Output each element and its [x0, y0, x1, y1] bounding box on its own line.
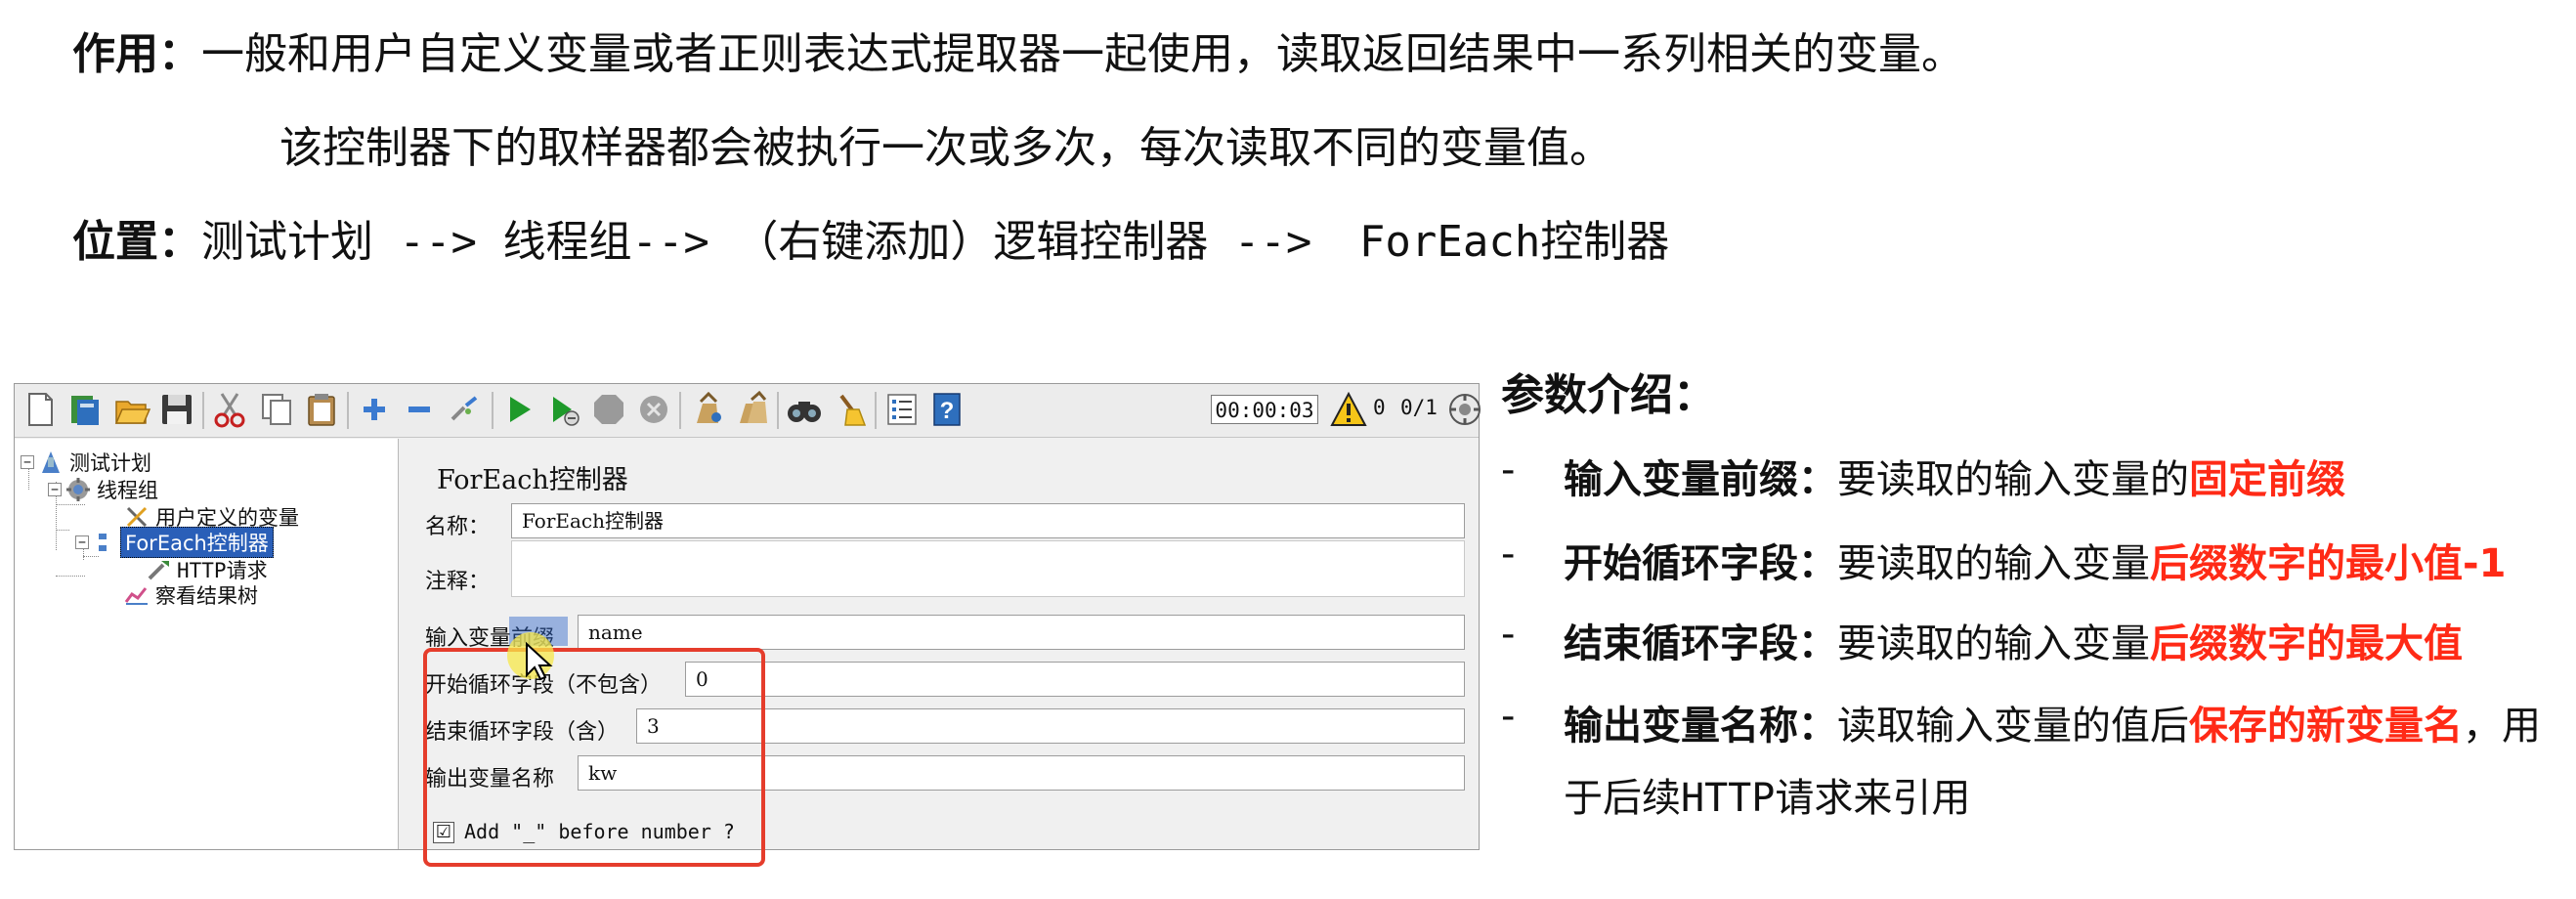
foreach-form: ForEach控制器 名称： ForEach控制器 注释： 输入变量前缀 nam…	[402, 439, 1477, 867]
save-icon[interactable]	[157, 390, 196, 429]
tree-item-foreach-controller[interactable]: − ForEach控制器	[75, 527, 274, 558]
param-item-start: 开始循环字段：要读取的输入变量后缀数字的最小值-1	[1564, 532, 2506, 588]
start-field[interactable]: 0	[685, 662, 1465, 697]
param-label: 输入变量前缀：	[1564, 457, 1837, 502]
location-part1: 测试计划	[201, 217, 373, 267]
param-highlight: 保存的新变量名	[2189, 704, 2463, 749]
input-prefix-field[interactable]: name	[578, 615, 1465, 650]
collapse-toggle-icon[interactable]: −	[75, 535, 89, 549]
param-text: 要读取的输入变量	[1837, 541, 2150, 586]
toolbar: ? 00:00:03 0 0/1	[15, 384, 1482, 438]
bullet-dash: -	[1501, 694, 1516, 739]
cut-icon[interactable]	[210, 390, 249, 429]
toggle-icon[interactable]	[445, 390, 484, 429]
param-item-output-continuation: 于后续HTTP请求来引用	[1564, 766, 1970, 823]
new-icon[interactable]	[21, 390, 60, 429]
location-arrow2: -->	[631, 217, 736, 267]
param-highlight: 固定前缀	[2189, 457, 2345, 502]
thread-group-icon	[65, 477, 91, 502]
purpose-text-2: 该控制器下的取样器都会被执行一次或多次，每次读取不同的变量值。	[279, 123, 1612, 173]
shutdown-icon[interactable]	[634, 390, 673, 429]
mouse-cursor-icon	[505, 630, 568, 697]
param-text: 要读取的输入变量	[1837, 621, 2150, 666]
continuation-cn2: 请求来引用	[1775, 776, 1971, 821]
param-highlight: 后缀数字的最大值	[2150, 621, 2463, 666]
search-icon[interactable]	[785, 390, 824, 429]
test-tree: − 测试计划 − 线程组 用户定义的变量 − ForEach控制器 HTTP请求…	[15, 439, 399, 849]
tree-item-label: 察看结果树	[155, 584, 258, 608]
tree-item-http-request[interactable]: HTTP请求	[146, 556, 268, 583]
warning-icon[interactable]	[1330, 391, 1367, 431]
bullet-dash: -	[1501, 448, 1516, 492]
name-label: 名称：	[425, 515, 491, 539]
bullet-dash: -	[1501, 612, 1516, 657]
error-count: 0	[1373, 396, 1386, 419]
tree-item-thread-group[interactable]: − 线程组	[48, 476, 158, 503]
name-field[interactable]: ForEach控制器	[511, 503, 1465, 538]
start-no-pause-icon[interactable]	[544, 390, 583, 429]
templates-icon[interactable]	[65, 390, 105, 429]
test-plan-icon	[38, 450, 64, 475]
jmeter-window: ? 00:00:03 0 0/1 − 测试计划 − 线程组 用户定义的变量 − …	[14, 383, 1482, 867]
comment-field[interactable]	[511, 540, 1465, 597]
purpose-text: 一般和用户自定义变量或者正则表达式提取器一起使用，读取返回结果中一系列相关的变量…	[201, 29, 1964, 79]
purpose-line: 作用：一般和用户自定义变量或者正则表达式提取器一起使用，读取返回结果中一系列相关…	[72, 25, 1964, 84]
add-underscore-checkbox[interactable]: ☑	[433, 822, 454, 843]
tree-item-label: 测试计划	[69, 451, 151, 475]
param-label: 开始循环字段：	[1564, 541, 1837, 586]
open-icon[interactable]	[112, 390, 151, 429]
location-part4-latin: ForEach	[1358, 217, 1541, 267]
collapse-toggle-icon[interactable]: −	[21, 455, 34, 469]
param-highlight: 后缀数字的最小值-1	[2150, 541, 2507, 586]
elapsed-timer: 00:00:03	[1211, 395, 1318, 424]
comment-label: 注释：	[425, 570, 491, 594]
http-request-icon	[146, 557, 171, 582]
continuation-latin: HTTP	[1681, 776, 1776, 821]
param-text: 要读取的输入变量的	[1837, 457, 2189, 502]
tree-item-test-plan[interactable]: − 测试计划	[21, 449, 151, 476]
paste-icon[interactable]	[302, 390, 341, 429]
view-results-tree-icon	[124, 582, 150, 608]
location-part4-cn: 控制器	[1540, 217, 1670, 267]
start-icon[interactable]	[499, 390, 538, 429]
purpose-line-2: 该控制器下的取样器都会被执行一次或多次，每次读取不同的变量值。	[279, 119, 1612, 178]
param-text: 读取输入变量的值后	[1837, 704, 2189, 749]
param-label: 结束循环字段：	[1564, 621, 1837, 666]
continuation-cn1: 于后续	[1564, 776, 1681, 821]
param-item-output: 输出变量名称：读取输入变量的值后保存的新变量名，用	[1564, 694, 2541, 750]
form-title: ForEach控制器	[437, 465, 628, 495]
svg-text:?: ?	[940, 398, 955, 424]
location-arrow3: -->	[1208, 217, 1338, 267]
param-item-end: 结束循环字段：要读取的输入变量后缀数字的最大值	[1564, 612, 2463, 668]
stop-icon[interactable]	[589, 390, 628, 429]
expand-icon[interactable]	[355, 390, 394, 429]
tree-item-label: ForEach控制器	[120, 527, 274, 558]
location-part2: 线程组	[502, 217, 632, 267]
param-label: 输出变量名称：	[1564, 704, 1837, 749]
clear-all-icon[interactable]	[732, 390, 771, 429]
purpose-label: 作用：	[72, 29, 201, 79]
collapse-icon[interactable]	[400, 390, 439, 429]
reset-search-icon[interactable]	[830, 390, 869, 429]
copy-icon[interactable]	[257, 390, 296, 429]
location-arrow1: -->	[373, 217, 503, 267]
params-title: 参数介绍：	[1501, 370, 1716, 420]
function-helper-icon[interactable]	[882, 390, 922, 429]
collapse-toggle-icon[interactable]: −	[48, 483, 62, 496]
bullet-dash: -	[1501, 532, 1516, 577]
location-line: 位置：测试计划 --> 线程组--> （右键添加）逻辑控制器 --> ForEa…	[72, 213, 1669, 272]
remote-status-icon[interactable]	[1447, 392, 1482, 431]
help-icon[interactable]: ?	[927, 390, 966, 429]
add-underscore-label: Add "_" before number ?	[464, 820, 735, 843]
param-item-input-prefix: 输入变量前缀：要读取的输入变量的固定前缀	[1564, 448, 2345, 504]
active-threads: 0/1	[1400, 396, 1438, 419]
location-label: 位置：	[72, 217, 201, 267]
location-part3: （右键添加）逻辑控制器	[735, 217, 1209, 267]
tree-item-label: 线程组	[97, 479, 158, 502]
tree-item-view-results-tree[interactable]: 察看结果树	[124, 581, 258, 609]
foreach-controller-icon	[93, 530, 114, 555]
clear-icon[interactable]	[687, 390, 726, 429]
param-rest: ，用	[2463, 704, 2541, 749]
